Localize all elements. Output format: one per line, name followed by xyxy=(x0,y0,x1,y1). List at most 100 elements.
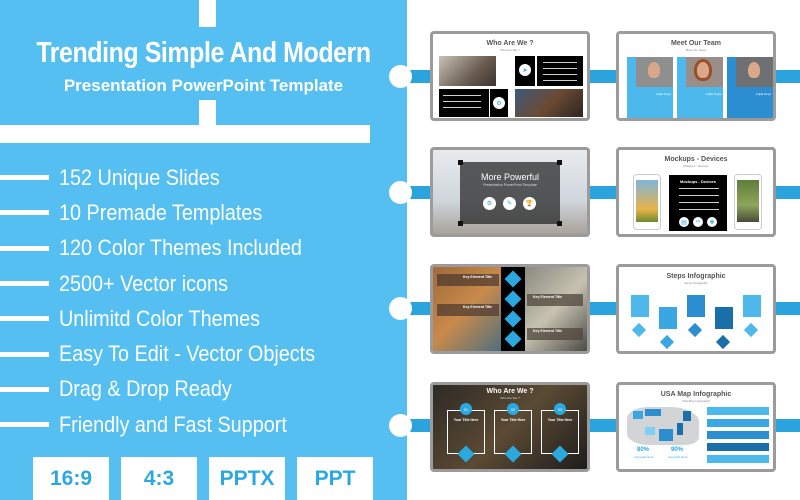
card-title: Your Title Here xyxy=(500,418,526,422)
member-name: Anjila Neya xyxy=(655,92,671,96)
badge-4-3: 4:3 xyxy=(121,457,197,500)
slide-subtitle: Mockups - Devices xyxy=(683,164,709,168)
map-state xyxy=(645,427,655,435)
step-marker xyxy=(631,322,647,338)
lifebuoy-icon: ✚ xyxy=(707,217,717,227)
info-row xyxy=(707,419,769,427)
slide-subtitle: Meet Our Team xyxy=(685,48,707,52)
slide-thumb-meet-our-team[interactable]: Meet Our Team Meet Our Team Anjila Neya … xyxy=(616,31,776,121)
text-panel xyxy=(537,56,583,86)
slide-thumb-steps[interactable]: Steps Infographic Steps Infographic xyxy=(616,264,776,354)
feature-item: Friendly and Fast Support xyxy=(0,407,370,442)
feature-item: 2500+ Vector icons xyxy=(0,266,370,301)
badge-pptx: PPTX xyxy=(209,457,285,500)
trophy-icon: 🏆 xyxy=(523,197,536,210)
bullet-bar xyxy=(0,422,49,428)
step-marker xyxy=(715,334,731,350)
badge-ppt: PPT xyxy=(297,457,373,500)
page-subtitle: Presentation PowerPoint Template xyxy=(63,76,344,95)
step-marker xyxy=(659,334,675,350)
timeline-dot xyxy=(389,414,412,437)
slide-subtitle: USA Map Infographic xyxy=(681,399,711,403)
slide-title: Steps Infographic xyxy=(666,273,726,280)
slide-subtitle: Presentation PowerPoint Template xyxy=(483,183,537,187)
document-icon: ▤ xyxy=(679,217,689,227)
key-element-title: Key Element Title xyxy=(533,329,563,333)
slide-thumb-mockups[interactable]: Mockups - Devices Mockups - Devices Mock… xyxy=(616,147,776,237)
feature-label: 2500+ Vector icons xyxy=(59,270,228,296)
map-state xyxy=(683,411,691,421)
feature-item: 120 Color Themes Included xyxy=(0,231,370,266)
badge-16-9: 16:9 xyxy=(33,457,109,500)
card-number: 02 xyxy=(507,403,519,415)
feature-label: 120 Color Themes Included xyxy=(59,235,302,261)
timeline-dot xyxy=(389,297,412,320)
feature-label: 10 Premade Templates xyxy=(59,199,263,225)
info-row xyxy=(707,431,769,439)
feature-label: 152 Unique Slides xyxy=(59,164,220,190)
info-row xyxy=(707,443,769,451)
slide-title: Mockups - Devices xyxy=(664,156,728,163)
feature-item: 10 Premade Templates xyxy=(0,195,370,230)
feature-label: Drag & Drop Ready xyxy=(59,376,232,402)
feature-item: 152 Unique Slides xyxy=(0,160,370,195)
feature-label: Friendly and Fast Support xyxy=(59,411,287,437)
bullet-bar xyxy=(0,281,49,287)
step-box xyxy=(631,295,649,317)
info-row xyxy=(707,407,769,415)
stat-label: Keyword Here xyxy=(668,455,688,459)
card-number: 01 xyxy=(460,403,472,415)
slide-title: More Powerful xyxy=(480,172,540,182)
feature-label: Unlimitd Color Themes xyxy=(59,305,261,331)
bullet-bar xyxy=(0,351,49,357)
stat-value: 90% xyxy=(671,447,684,453)
send-icon: ➤ xyxy=(519,64,531,76)
page-title: Trending Simple And Modern xyxy=(36,37,371,69)
slide-title: Who Are We ? xyxy=(486,388,534,395)
card-title: Your Title Here xyxy=(453,418,479,422)
card-number: 03 xyxy=(554,403,566,415)
feature-item: Drag & Drop Ready xyxy=(0,372,370,407)
step-box xyxy=(659,307,677,329)
text-panel xyxy=(439,89,489,117)
slide-thumb-key-elements[interactable]: Key Element Title Key Element Title Key … xyxy=(430,264,590,354)
step-marker xyxy=(687,322,703,338)
stat-value: 80% xyxy=(637,447,650,453)
bullet-bar xyxy=(0,386,49,392)
bullet-bar xyxy=(0,316,49,322)
slide-title: Who Are We ? xyxy=(486,40,534,47)
map-state xyxy=(677,423,683,435)
format-badges: 16:9 4:3 PPTX PPT xyxy=(33,457,373,500)
key-element-title: Key Element Title xyxy=(533,295,563,299)
phone-screen xyxy=(636,180,658,222)
feature-list: 152 Unique Slides 10 Premade Templates 1… xyxy=(0,160,370,442)
header-notch-top xyxy=(199,0,216,27)
gear-icon: ⚙ xyxy=(493,97,505,109)
key-element-title: Key Element Title xyxy=(463,275,493,279)
slide-title: USA Map Infographic xyxy=(660,391,732,398)
feature-label: Easy To Edit - Vector Objects xyxy=(59,341,316,367)
timeline-dot xyxy=(389,181,412,204)
feature-item: Easy To Edit - Vector Objects xyxy=(0,336,370,371)
pen-icon: ✎ xyxy=(503,197,516,210)
feature-item: Unlimitd Color Themes xyxy=(0,301,370,336)
stat-label: Keyword Here xyxy=(634,455,654,459)
step-box xyxy=(715,307,733,329)
key-element-title: Key Element Title xyxy=(463,305,493,309)
link-icon: ∞ xyxy=(693,217,703,227)
bullet-bar xyxy=(0,175,49,181)
timeline-dot xyxy=(389,65,412,88)
member-name: Anjila Neya xyxy=(755,92,771,96)
slide-thumb-who-are-we-cards[interactable]: Who Are We ? Who Are We ? 01 02 03 Your … xyxy=(430,382,590,472)
bullet-bar xyxy=(0,245,49,251)
slide-title: Meet Our Team xyxy=(670,40,722,47)
slide-thumb-usa-map[interactable]: USA Map Infographic USA Map Infographic … xyxy=(616,382,776,472)
slide-thumb-who-are-we[interactable]: Who Are We ? Who Are We ? ➤ ⚙ xyxy=(430,31,590,121)
slide-thumb-more-powerful[interactable]: More Powerful Presentation PowerPoint Te… xyxy=(430,147,590,237)
bullet-bar xyxy=(0,210,49,216)
map-state xyxy=(659,429,673,441)
step-box xyxy=(687,295,705,317)
phone-screen xyxy=(737,180,759,222)
slide-subtitle: Steps Infographic xyxy=(684,281,708,285)
info-row xyxy=(707,455,769,463)
